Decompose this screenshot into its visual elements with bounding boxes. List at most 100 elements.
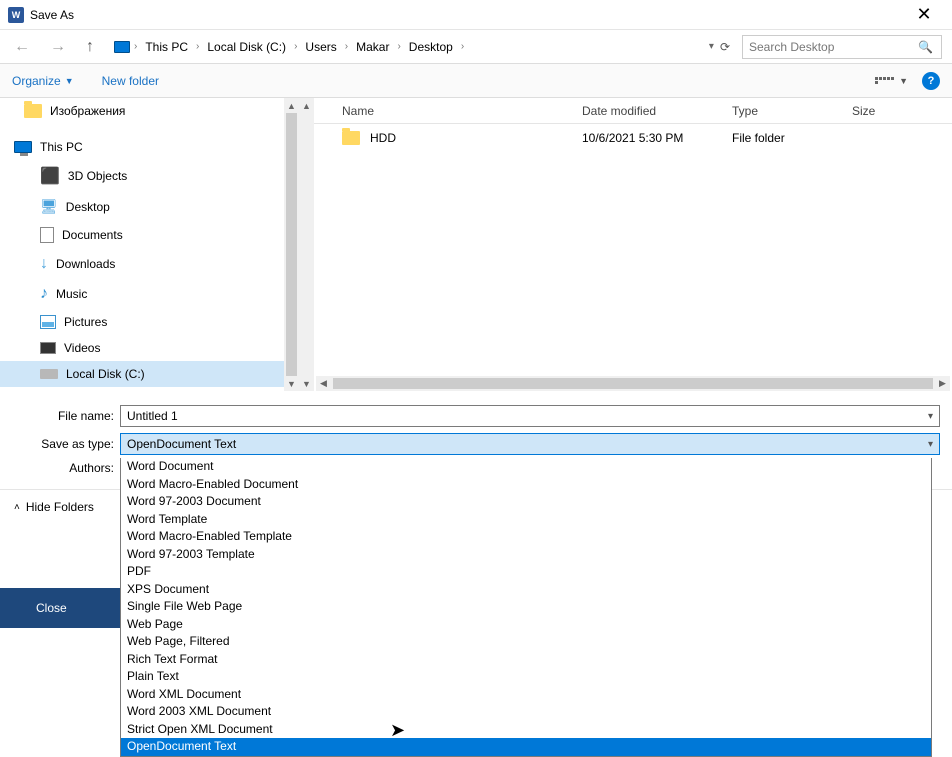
search-input[interactable]: Search Desktop 🔍 [742,35,942,59]
breadcrumb-item[interactable]: This PC [141,38,192,56]
nav-downloads[interactable]: ↓ Downloads [0,249,299,279]
back-button[interactable]: ← [10,36,34,58]
nav-label: 3D Objects [68,169,127,183]
filename-value: Untitled 1 [127,409,178,423]
savetype-option[interactable]: PDF [121,563,931,581]
document-icon [40,227,54,243]
savetype-option[interactable]: Word Template [121,511,931,529]
organize-button[interactable]: Organize▼ [12,74,74,88]
up-button[interactable]: ↑ [82,36,98,58]
pc-icon [114,41,130,53]
savetype-label: Save as type: [12,437,120,451]
scroll-right-icon[interactable]: ▶ [935,378,950,389]
nav-3d-objects[interactable]: ⬛ 3D Objects [0,160,299,192]
nav-label: Изображения [50,104,125,118]
nav-pictures-ru[interactable]: Изображения [0,98,299,124]
file-list: Name Date modified Type Size HDD 10/6/20… [314,98,952,391]
savetype-option[interactable]: Strict Open XML Document [121,721,931,739]
savetype-option[interactable]: Word Document [121,458,931,476]
nav-this-pc[interactable]: This PC [0,134,299,160]
breadcrumb-item[interactable]: Local Disk (C:) [203,38,290,56]
nav-scrollbar[interactable]: ▲ ▼ [284,98,299,391]
file-date: 10/6/2021 5:30 PM [574,131,724,145]
column-date[interactable]: Date modified [574,104,724,118]
savetype-option[interactable]: Word XML Document [121,686,931,704]
nav-videos[interactable]: Videos [0,335,299,361]
view-options-button[interactable]: ▼ [875,72,908,90]
window-title: Save As [30,8,904,22]
close-panel[interactable]: Close [0,588,120,628]
column-size[interactable]: Size [844,104,914,118]
navigation-pane[interactable]: Изображения This PC ⬛ 3D Objects 🖥 Deskt… [0,98,299,391]
authors-label: Authors: [12,461,120,475]
scroll-up-icon[interactable]: ▲ [299,98,314,113]
title-bar: W Save As ✕ [0,0,952,30]
scroll-up-icon[interactable]: ▲ [284,98,299,113]
help-button[interactable]: ? [922,72,940,90]
breadcrumb[interactable]: › This PC › Local Disk (C:) › Users › Ma… [110,35,697,59]
savetype-option[interactable]: Word Macro-Enabled Template [121,528,931,546]
savetype-option[interactable]: OpenDocument Text [121,738,931,756]
close-button[interactable]: ✕ [904,1,944,29]
new-folder-button[interactable]: New folder [102,74,159,88]
refresh-button[interactable]: ⟳ [720,40,730,54]
chevron-down-icon[interactable]: ▾ [928,411,933,422]
savetype-option[interactable]: XPS Document [121,581,931,599]
desktop-icon: 🖥 [40,198,58,215]
breadcrumb-item[interactable]: Users [301,38,340,56]
nav-local-disk-c[interactable]: Local Disk (C:) [0,361,299,387]
scroll-down-icon[interactable]: ▼ [299,376,314,391]
chevron-right-icon: › [134,41,137,52]
column-name[interactable]: Name [314,104,574,118]
savetype-dropdown[interactable]: Word DocumentWord Macro-Enabled Document… [120,458,932,757]
splitter-scrollbar[interactable]: ▲ ▼ [299,98,314,391]
file-name: HDD [370,131,396,145]
chevron-up-icon: ˄ [14,502,20,513]
savetype-select[interactable]: OpenDocument Text ▾ [120,433,940,455]
nav-label: Desktop [66,200,110,214]
nav-label: Pictures [64,315,107,329]
breadcrumb-item[interactable]: Desktop [405,38,457,56]
savetype-option[interactable]: Word Macro-Enabled Document [121,476,931,494]
breadcrumb-item[interactable]: Makar [352,38,393,56]
forward-button[interactable]: → [46,36,70,58]
address-dropdown-icon[interactable]: ▾ [709,41,714,52]
horizontal-scrollbar[interactable]: ◀ ▶ [316,376,950,391]
scroll-left-icon[interactable]: ◀ [316,378,331,389]
chevron-right-icon: › [397,41,400,52]
savetype-option[interactable]: Single File Web Page [121,598,931,616]
savetype-option[interactable]: Rich Text Format [121,651,931,669]
pc-icon [14,141,32,153]
nav-pictures[interactable]: Pictures [0,309,299,335]
column-headers: Name Date modified Type Size [314,98,952,124]
nav-desktop[interactable]: 🖥 Desktop [0,192,299,221]
nav-documents[interactable]: Documents [0,221,299,249]
savetype-option[interactable]: Word 97-2003 Template [121,546,931,564]
savetype-option[interactable]: Plain Text [121,668,931,686]
file-row[interactable]: HDD 10/6/2021 5:30 PM File folder [314,124,952,152]
scroll-thumb[interactable] [286,113,297,376]
chevron-down-icon[interactable]: ▾ [928,439,933,450]
drive-icon [40,369,58,379]
column-type[interactable]: Type [724,104,844,118]
savetype-option[interactable]: Word 97-2003 Document [121,493,931,511]
hide-folders-label: Hide Folders [26,500,94,514]
folder-icon [24,104,42,118]
scroll-thumb[interactable] [333,378,933,389]
pictures-icon [40,315,56,329]
nav-label: Downloads [56,257,115,271]
nav-local-disk-d[interactable]: Local Disk (D:) [0,387,299,391]
savetype-option[interactable]: Word 2003 XML Document [121,703,931,721]
savetype-option[interactable]: Web Page, Filtered [121,633,931,651]
word-icon: W [8,7,24,23]
filename-label: File name: [12,409,120,423]
savetype-value: OpenDocument Text [127,437,236,451]
download-icon: ↓ [40,255,48,273]
address-bar: ← → ↑ › This PC › Local Disk (C:) › User… [0,30,952,64]
filename-input[interactable]: Untitled 1 ▾ [120,405,940,427]
scroll-down-icon[interactable]: ▼ [284,376,299,391]
nav-label: Music [56,287,87,301]
savetype-option[interactable]: Web Page [121,616,931,634]
nav-music[interactable]: ♪ Music [0,279,299,309]
file-type: File folder [724,131,844,145]
